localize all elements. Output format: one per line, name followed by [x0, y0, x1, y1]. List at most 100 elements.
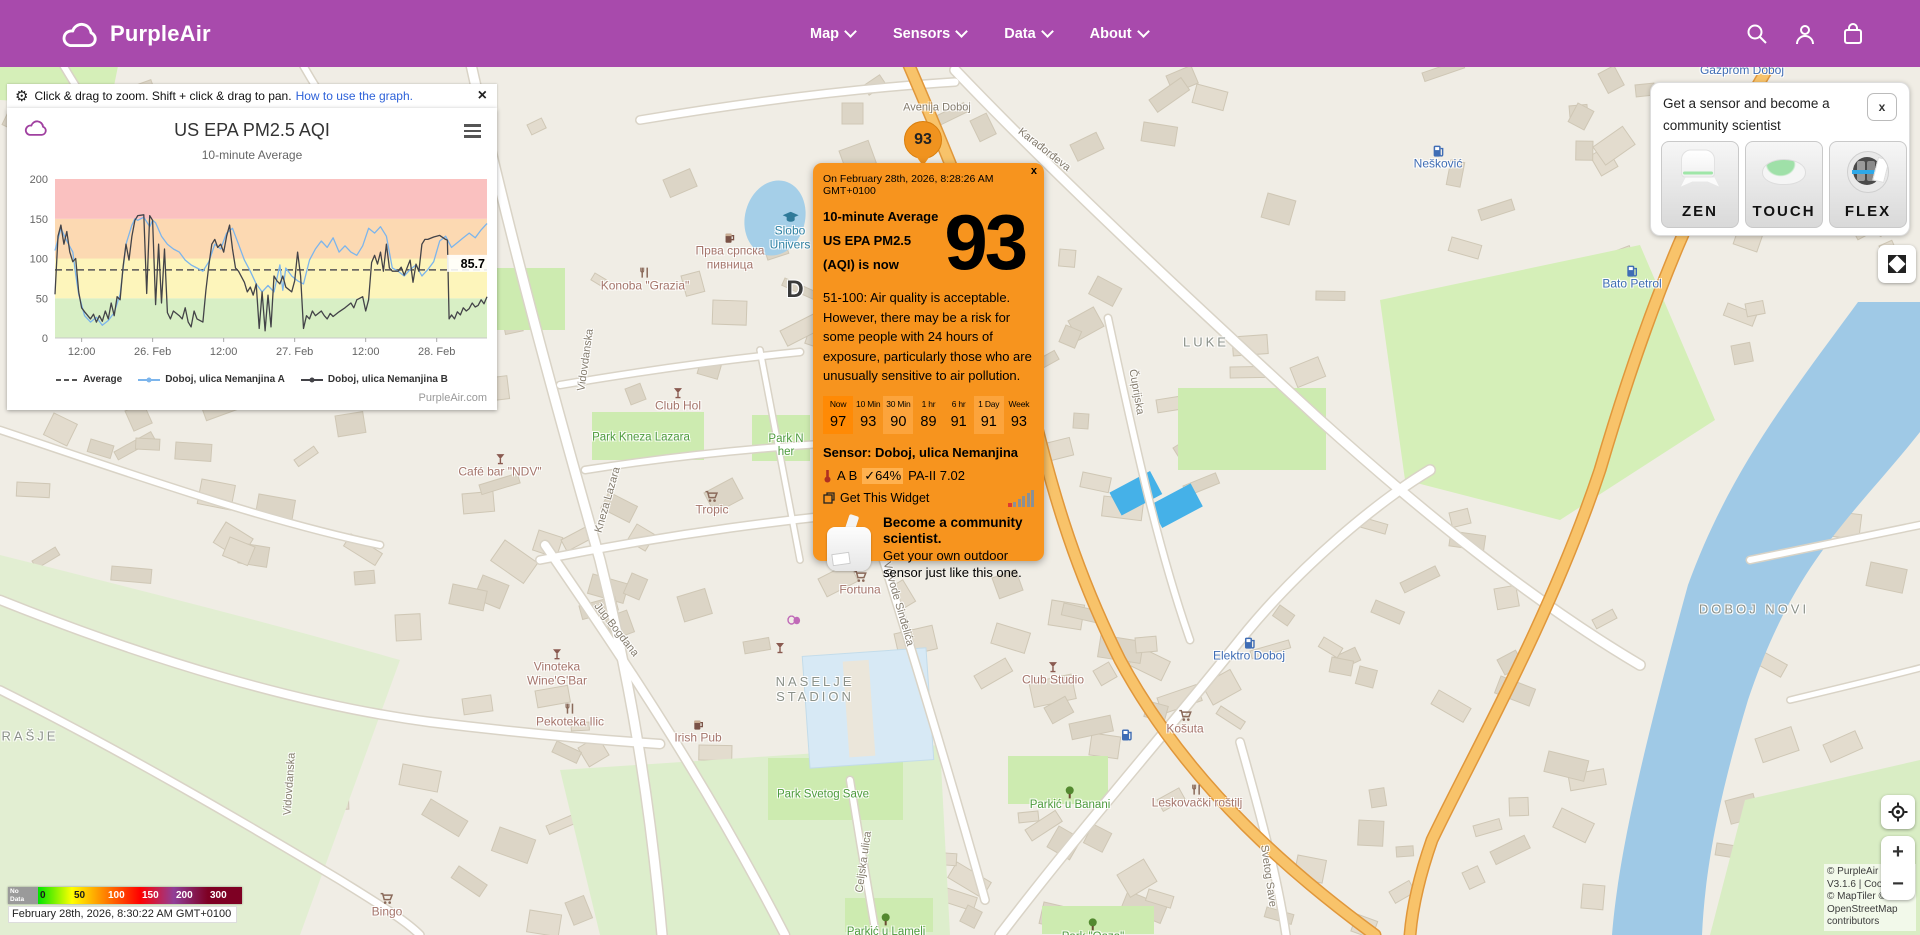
purpleair-logo[interactable]: PurpleAir	[58, 19, 211, 49]
nav-about[interactable]: About	[1090, 26, 1148, 42]
purpleair-map-page: Avenija DobojKarađorđevaGazprom DobojNeš…	[0, 0, 1920, 935]
fullscreen-button[interactable]	[1878, 245, 1916, 283]
scale-segment: 0	[38, 887, 72, 904]
svg-text:150: 150	[30, 214, 48, 226]
svg-text:0: 0	[42, 333, 48, 345]
aqi-table-column: Week93	[1004, 396, 1034, 434]
get-this-widget[interactable]: Get This Widget	[823, 490, 1034, 507]
popup-promo[interactable]: Become a community scientist. Get your o…	[823, 515, 1034, 581]
scale-segment: 300	[208, 887, 242, 904]
legend-item[interactable]: Average	[56, 374, 122, 385]
how-to-use-graph-link[interactable]: How to use the graph.	[296, 89, 413, 103]
scale-segment: 200	[174, 887, 208, 904]
close-graph-icon[interactable]: ×	[478, 87, 487, 105]
locate-icon	[1888, 802, 1908, 822]
svg-text:12:00: 12:00	[210, 346, 238, 358]
chart-menu-icon[interactable]	[464, 124, 481, 141]
popup-confidence: ✓64%	[862, 468, 903, 484]
chart-plot-area[interactable]: 0 50 100 150 200 12:00 26. Feb 12:00 27. Feb 12:0…	[7, 168, 497, 368]
scale-segment: 150	[140, 887, 174, 904]
popup-close-icon[interactable]: x	[1031, 165, 1037, 177]
cloud-icon	[58, 19, 102, 49]
popup-headline-lines: 10-minute Average US EPA PM2.5 (AQI) is …	[823, 205, 938, 279]
map-timestamp: February 28th, 2026, 8:30:22 AM GMT+0100	[8, 906, 237, 923]
svg-text:12:00: 12:00	[68, 346, 96, 358]
chart-watermark: PurpleAir.com	[419, 392, 487, 404]
chevron-down-icon	[1041, 25, 1054, 38]
hint-text: Click & drag to zoom. Shift + click & dr…	[34, 89, 291, 103]
chart-subtitle: 10-minute Average	[7, 148, 497, 162]
sensor-popup: x On February 28th, 2026, 8:28:26 AM GMT…	[813, 163, 1044, 561]
popup-sensor-stats: A B ✓64% PA-II 7.02	[823, 468, 1034, 484]
locate-button[interactable]	[1881, 795, 1915, 829]
aqi-scale-bar: NoData 050100150200300	[8, 887, 242, 904]
svg-text:50: 50	[36, 293, 48, 305]
aqi-chart-panel: US EPA PM2.5 AQI 10-minute Average 0 50 10…	[7, 108, 497, 410]
chevron-down-icon	[955, 25, 968, 38]
svg-text:100: 100	[30, 254, 48, 266]
svg-text:28. Feb: 28. Feb	[418, 346, 455, 358]
popup-description: 51-100: Air quality is acceptable. Howev…	[823, 288, 1034, 386]
top-nav-bar: PurpleAir Map Sensors Data About	[0, 0, 1920, 67]
chevron-down-icon	[1137, 25, 1150, 38]
account-icon[interactable]	[1793, 22, 1817, 46]
aqi-table-column: 6 hr91	[944, 396, 974, 434]
gear-icon[interactable]: ⚙	[15, 87, 28, 105]
get-sensor-text: Get a sensor and become a community scie…	[1663, 93, 1830, 136]
sensor-marker[interactable]: 93	[904, 121, 942, 165]
popup-timestamp: On February 28th, 2026, 8:28:26 AM GMT+0…	[823, 173, 1034, 197]
product-touch[interactable]: TOUCH	[1745, 141, 1823, 228]
chart-title: US EPA PM2.5 AQI	[7, 120, 497, 141]
legend-item[interactable]: Doboj, ulica Nemanjina A	[138, 374, 285, 385]
brand-name: PurpleAir	[110, 21, 211, 47]
sensor-product-image	[823, 515, 875, 573]
signal-bars-icon	[1008, 490, 1035, 507]
aqi-table-column: 10 Min93	[853, 396, 883, 434]
zoom-control: + −	[1881, 836, 1915, 900]
zen-product-image	[1681, 150, 1719, 187]
get-sensor-panel: Get a sensor and become a community scie…	[1650, 82, 1910, 236]
popup-headline: 10-minute Average US EPA PM2.5 (AQI) is …	[823, 205, 1034, 279]
popup-aqi-value: 93	[944, 205, 1025, 279]
aqi-table-column: 1 hr89	[913, 396, 943, 434]
aqi-scale: NoData 050100150200300 February 28th, 20…	[8, 887, 242, 923]
aqi-table-column: Now97	[823, 396, 853, 434]
promo-close-button[interactable]: x	[1867, 93, 1897, 121]
flex-product-image	[1847, 151, 1889, 193]
header-icons	[1745, 0, 1865, 67]
nav-map[interactable]: Map	[810, 26, 855, 42]
aqi-averages-table: Now9710 Min9330 Min901 hr896 hr911 Day91…	[823, 396, 1034, 434]
chart-legend: Average Doboj, ulica Nemanjina A Doboj, ul…	[7, 374, 497, 385]
nav-data[interactable]: Data	[1004, 26, 1051, 42]
widget-icon	[823, 492, 835, 504]
graph-hint-bar: ⚙ Click & drag to zoom. Shift + click & …	[7, 84, 497, 108]
scale-segment: 50	[72, 887, 106, 904]
popup-hardware: PA-II 7.02	[908, 468, 965, 483]
product-zen[interactable]: ZEN	[1661, 141, 1739, 228]
svg-text:26. Feb: 26. Feb	[134, 346, 171, 358]
svg-text:85.7: 85.7	[461, 257, 485, 271]
scale-segment: 100	[106, 887, 140, 904]
svg-text:200: 200	[30, 174, 48, 186]
popup-sensor-name: Sensor: Doboj, ulica Nemanjina	[823, 445, 1034, 460]
chevron-down-icon	[844, 25, 857, 38]
main-nav: Map Sensors Data About	[810, 0, 1148, 67]
zoom-in-button[interactable]: +	[1881, 836, 1915, 868]
svg-text:27. Feb: 27. Feb	[276, 346, 313, 358]
aqi-table-column: 30 Min90	[883, 396, 913, 434]
zoom-out-button[interactable]: −	[1881, 868, 1915, 900]
aqi-table-column: 1 Day91	[974, 396, 1004, 434]
sensor-marker-value: 93	[904, 121, 942, 159]
fullscreen-icon	[1886, 253, 1908, 275]
popup-channels[interactable]: A B	[837, 468, 857, 483]
cart-icon[interactable]	[1841, 22, 1865, 46]
svg-text:12:00: 12:00	[352, 346, 380, 358]
no-data-label: NoData	[8, 887, 38, 904]
product-flex[interactable]: FLEX	[1829, 141, 1907, 228]
search-icon[interactable]	[1745, 22, 1769, 46]
touch-product-image	[1762, 159, 1806, 185]
nav-sensors[interactable]: Sensors	[893, 26, 966, 42]
legend-item[interactable]: Doboj, ulica Nemanjina B	[301, 374, 448, 385]
popup-promo-text: Become a community scientist. Get your o…	[883, 515, 1034, 581]
product-cards: ZEN TOUCH FLEX	[1661, 141, 1907, 228]
